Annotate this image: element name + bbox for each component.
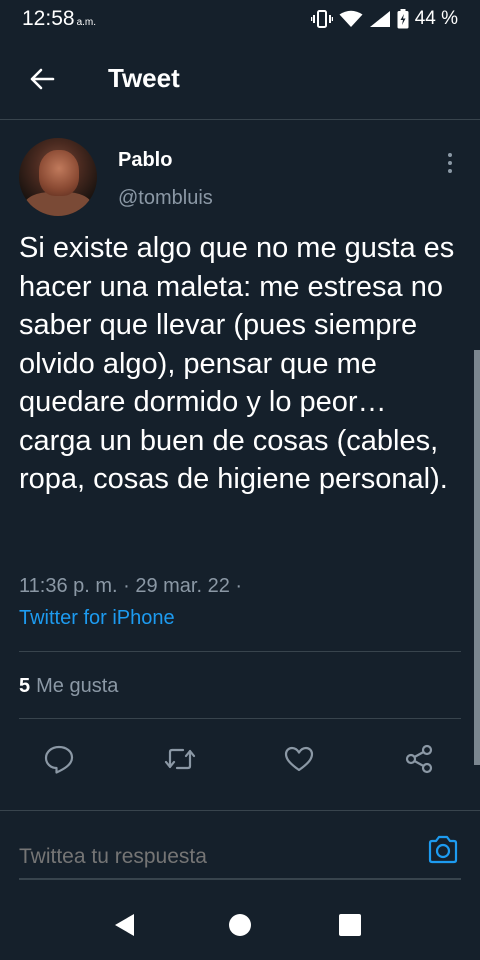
divider (19, 718, 461, 719)
avatar[interactable] (19, 138, 97, 216)
reply-input-underline (19, 878, 461, 880)
tweet-actions (0, 733, 480, 783)
status-bar: 12:58 a.m. 44 % (0, 0, 480, 38)
back-button[interactable] (20, 57, 64, 101)
tweet-text: Si existe algo que no me gusta es hacer … (19, 232, 455, 495)
retweet-icon (164, 748, 196, 770)
status-time: 12:58 (22, 7, 75, 30)
likes-count: 5 (19, 675, 31, 697)
likes-summary[interactable]: 5 Me gusta (19, 675, 118, 698)
recents-square-icon (339, 914, 361, 936)
tweet-source-link[interactable]: Twitter for iPhone (19, 607, 175, 630)
like-icon (284, 746, 314, 772)
share-icon (405, 744, 433, 774)
likes-label: Me gusta (36, 675, 119, 697)
retweet-button[interactable] (163, 743, 196, 775)
status-icons: 44 % (310, 8, 458, 30)
home-circle-icon (229, 914, 251, 936)
back-arrow-icon (30, 68, 55, 89)
reply-bar (0, 810, 480, 880)
more-dot-icon (448, 169, 452, 173)
camera-button[interactable] (426, 833, 460, 867)
nav-back-button[interactable] (110, 910, 140, 940)
reply-icon (44, 745, 74, 774)
camera-icon (428, 835, 458, 864)
back-triangle-icon (115, 914, 134, 936)
author-handle[interactable]: @tombluis (118, 187, 213, 210)
tweet-timestamp: 11:36 p. m. · 29 mar. 22 · (19, 575, 243, 597)
divider (19, 651, 461, 652)
vibrate-icon (310, 10, 333, 28)
author-name[interactable]: Pablo (118, 149, 172, 172)
battery-percent: 44 % (414, 8, 458, 29)
status-clock: 12:58 a.m. (22, 7, 96, 31)
battery-icon (397, 9, 409, 29)
signal-icon (369, 10, 391, 28)
like-button[interactable] (283, 743, 315, 775)
page-title: Tweet (108, 63, 180, 93)
system-nav-bar (0, 890, 480, 960)
more-dot-icon (448, 153, 452, 157)
app-bar: Tweet (0, 38, 480, 120)
scrollbar[interactable] (474, 350, 480, 765)
wifi-icon (339, 10, 363, 28)
more-options-button[interactable] (442, 151, 458, 175)
reply-button[interactable] (43, 743, 75, 775)
share-button[interactable] (403, 743, 435, 775)
nav-recents-button[interactable] (335, 910, 365, 940)
avatar-face (39, 150, 79, 196)
more-dot-icon (448, 161, 452, 165)
nav-home-button[interactable] (225, 910, 255, 940)
status-ampm: a.m. (76, 17, 97, 28)
reply-input[interactable] (19, 831, 409, 875)
